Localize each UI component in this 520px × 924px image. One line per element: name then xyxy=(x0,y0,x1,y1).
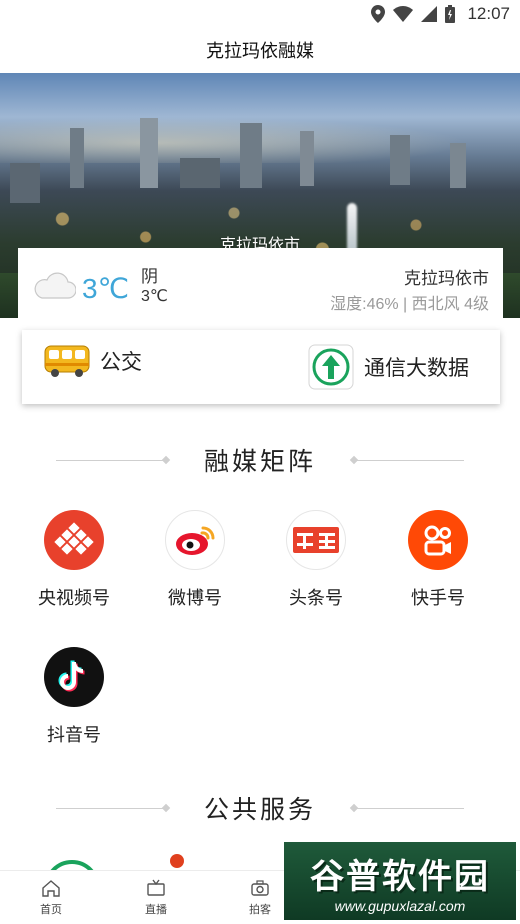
weather-detail: 湿度:46% | 西北风 4级 xyxy=(330,296,489,313)
weather-condition: 阴 xyxy=(141,267,158,286)
cctv-video-label: 央视频号 xyxy=(38,588,110,608)
cctv-video-account[interactable]: 央视频号 xyxy=(24,510,124,610)
status-bar: 12:07 xyxy=(0,0,520,28)
nav-home-label: 首页 xyxy=(40,904,62,916)
cctv-video-icon xyxy=(44,510,104,570)
weibo-icon xyxy=(165,510,225,570)
location-icon xyxy=(371,5,386,23)
signal-icon xyxy=(421,6,438,22)
battery-icon xyxy=(445,5,456,23)
nav-live[interactable]: 直播 xyxy=(126,879,186,917)
kuaishou-label: 快手号 xyxy=(411,588,465,608)
nav-paike[interactable]: 拍客 xyxy=(230,879,290,917)
upload-arrow-icon xyxy=(308,344,354,390)
weather-card[interactable]: 3℃ 阴 3℃ 克拉玛依市 湿度:46% | 西北风 4级 xyxy=(18,248,503,318)
douyin-account[interactable]: 抖音号 xyxy=(24,647,124,747)
kuaishou-icon xyxy=(408,510,468,570)
tv-icon xyxy=(147,879,165,896)
bus-icon xyxy=(44,345,90,377)
divider xyxy=(55,459,166,461)
status-time: 12:07 xyxy=(467,4,510,23)
services-section-header: 公共服务 xyxy=(0,790,520,826)
divider xyxy=(55,807,166,809)
kuaishou-account[interactable]: 快手号 xyxy=(388,510,488,610)
nav-paike-label: 拍客 xyxy=(249,904,271,916)
nav-live-label: 直播 xyxy=(145,904,167,916)
weibo-account[interactable]: 微博号 xyxy=(145,510,245,610)
media-section-header: 融媒矩阵 xyxy=(0,442,520,478)
watermark-logo: 谷普软件园 www.gupuxlazal.com xyxy=(284,842,516,920)
divider xyxy=(354,807,464,809)
services-section-title: 公共服务 xyxy=(203,796,316,824)
weibo-label: 微博号 xyxy=(168,588,222,608)
bus-label: 公交 xyxy=(100,351,142,374)
douyin-icon xyxy=(44,647,104,707)
cloudy-icon xyxy=(34,272,76,299)
watermark-url: www.gupuxlazal.com xyxy=(334,897,466,914)
weather-low-temperature: 3℃ xyxy=(141,288,168,305)
douyin-label: 抖音号 xyxy=(47,725,101,745)
home-icon xyxy=(42,880,60,897)
bus-button[interactable]: 公交 xyxy=(44,344,142,378)
notification-dot xyxy=(170,854,184,868)
wifi-icon xyxy=(393,6,414,22)
weather-city: 克拉玛依市 xyxy=(404,269,489,288)
toutiao-icon xyxy=(286,510,346,570)
telecom-bigdata-label: 通信大数据 xyxy=(364,357,469,380)
quick-actions-card: 公交 通信大数据 xyxy=(22,330,500,404)
toutiao-label: 头条号 xyxy=(289,588,343,608)
nav-home[interactable]: 首页 xyxy=(21,879,81,917)
weather-temperature: 3℃ xyxy=(82,273,130,304)
media-section-title: 融媒矩阵 xyxy=(203,448,316,476)
watermark-text: 谷普软件园 xyxy=(310,857,490,896)
telecom-bigdata-button[interactable]: 通信大数据 xyxy=(308,344,469,390)
page-title: 克拉玛依融媒 xyxy=(206,41,314,61)
divider xyxy=(354,459,464,461)
camera-icon xyxy=(251,880,269,896)
toutiao-account[interactable]: 头条号 xyxy=(266,510,366,610)
